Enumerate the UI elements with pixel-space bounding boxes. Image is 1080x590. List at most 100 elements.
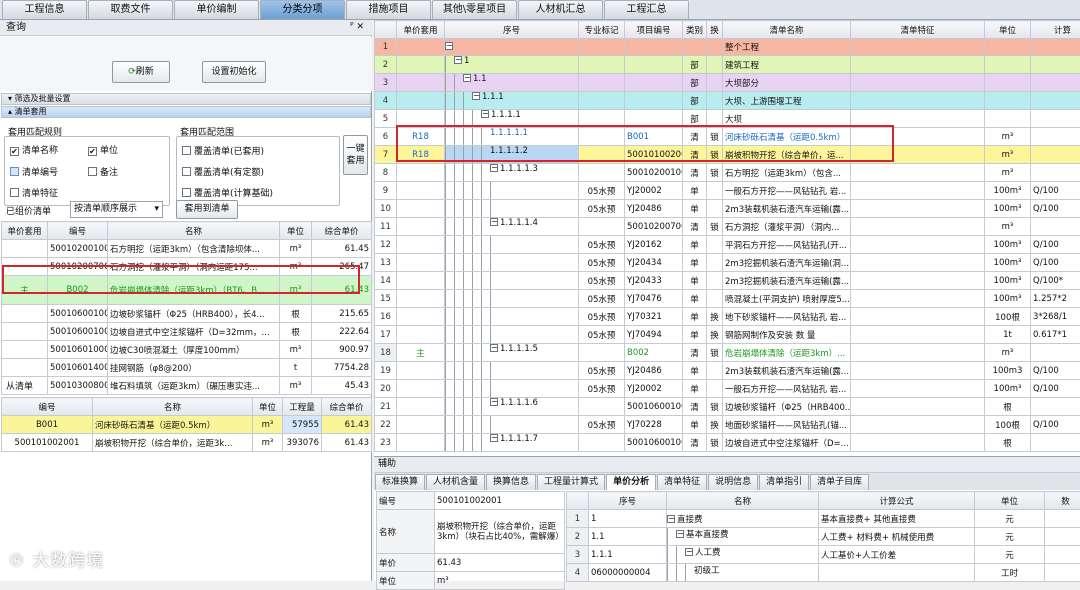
column-header[interactable]: 清单名称 (723, 21, 851, 39)
top-tab[interactable]: 单价编制 (174, 0, 259, 19)
column-header[interactable]: 数 (1045, 492, 1080, 510)
table-row[interactable]: 500102001001石方明挖（运距3km）（包含清除坝体...m³61.45 (2, 240, 372, 258)
column-header[interactable]: 编号 (2, 398, 93, 416)
grid-row[interactable]: 6R181.1.1.1.1B001清锁河床砂砾石清基（运距0.5km）m³ (375, 128, 1080, 146)
filter-section-header[interactable]: ▾ 筛选及批量设置 (1, 93, 371, 105)
top-tab[interactable]: 措施项目 (346, 0, 431, 19)
analysis-row[interactable]: 406000000004初级工工时 (567, 564, 1080, 582)
grid-row[interactable]: 2005水预YJ20002单一般石方开挖——风钻钻孔 岩...100m³Q/10… (375, 380, 1080, 398)
column-header[interactable]: 类别 (683, 21, 707, 39)
aux-tab[interactable]: 说明信息 (708, 474, 758, 490)
top-tab[interactable]: 分类分项 (260, 0, 345, 19)
grid-row[interactable]: 1605水预YJ70321单换地下砂浆锚杆——风钻钻孔 岩...100根3*26… (375, 308, 1080, 326)
apply-section-header[interactable]: ▴ 清单套用 (1, 106, 371, 118)
refresh-button[interactable]: ⟳刷新 (112, 61, 170, 83)
table-row[interactable]: B001河床砂砾石清基（运距0.5km）m³5795561.43 (2, 416, 372, 434)
info-value[interactable]: 61.43 (435, 554, 565, 572)
analysis-row[interactable]: 21.1−基本直接费人工费+ 材料费+ 机械使用费元 (567, 528, 1080, 546)
collapse-icon[interactable]: − (685, 548, 693, 556)
column-header[interactable]: 综合单价 (322, 398, 372, 416)
collapse-icon[interactable]: − (445, 42, 453, 50)
aux-tab[interactable]: 标准换算 (375, 474, 425, 490)
grid-row[interactable]: 1905水预YJ20486单2m3装载机装石渣汽车运输(露...100m3Q/1… (375, 362, 1080, 380)
analysis-row[interactable]: 31.1.1−人工费人工基价+人工价差元 (567, 546, 1080, 564)
column-header[interactable]: 项目编号 (625, 21, 683, 39)
grid-row[interactable]: 5−1.1.1.1部大坝 (375, 110, 1080, 128)
collapse-icon[interactable]: − (454, 56, 462, 64)
grid-row[interactable]: 1305水预YJ20434单2m3挖掘机装石渣汽车运输(洞...100m³Q/1… (375, 254, 1080, 272)
column-header[interactable]: 单位 (975, 492, 1045, 510)
grid-row[interactable]: 18主−1.1.1.1.5B002清锁危岩崩塌体清除（运距3km）...m³ (375, 344, 1080, 362)
table-row[interactable]: 500106001001边坡砂浆锚杆（Φ25（HRB400），长4...根215… (2, 305, 372, 323)
aux-tab[interactable]: 清单子目库 (810, 474, 869, 490)
column-header[interactable]: 计算 (1031, 21, 1080, 39)
collapse-icon[interactable]: − (490, 398, 498, 406)
grid-row[interactable]: 905水预YJ20002单一般石方开挖——风钻钻孔 岩...100m³Q/100 (375, 182, 1080, 200)
collapse-icon[interactable]: − (472, 92, 480, 100)
column-header[interactable]: 单位 (985, 21, 1031, 39)
table-row[interactable]: 500103008001堆石料填筑（运距3km）（碾压惠实违...m³45.43 (2, 377, 372, 395)
collapse-icon[interactable]: − (490, 344, 498, 352)
column-header[interactable]: 综合单价 (312, 222, 372, 240)
column-header[interactable]: 计算公式 (819, 492, 975, 510)
reset-settings-button[interactable]: 设置初始化 (202, 61, 266, 83)
column-header[interactable] (567, 492, 589, 510)
sort-mode-select[interactable]: 按清单顺序展示▾ (70, 201, 163, 218)
rule-checkbox[interactable]: ✔清单名称 (10, 146, 58, 157)
apply-to-list-button[interactable]: 套用到清单 (176, 200, 238, 219)
column-header[interactable]: 编号 (48, 222, 108, 240)
grid-row[interactable]: 2205水预YJ70228单换地面砂浆锚杆——风钻钻孔(锚...100根Q/10… (375, 416, 1080, 434)
analysis-row[interactable]: 11−直接费基本直接费+ 其他直接费元 (567, 510, 1080, 528)
grid-row[interactable]: 23−1.1.1.1.7500106001002清锁边坡自进式中空注浆锚杆（D=… (375, 434, 1080, 452)
column-header[interactable]: 专业标记 (579, 21, 625, 39)
column-header[interactable]: 单价套用 (2, 222, 48, 240)
pin-close-icon[interactable]: ᴾ ✕ (350, 20, 364, 35)
grid-row[interactable]: 8−1.1.1.1.3500102001001清锁石方明挖（运距3km）（包含.… (375, 164, 1080, 182)
grid-row[interactable]: 7R181.1.1.1.2500101002001清锁崩坡积物开挖（综合单价，运… (375, 146, 1080, 164)
aux-tab[interactable]: 清单指引 (759, 474, 809, 490)
table-row[interactable]: 500106010001边坡C30喷混凝土（厚度100mm）m³900.97 (2, 341, 372, 359)
grid-row[interactable]: 3−1.1部大坝部分 (375, 74, 1080, 92)
grid-row[interactable]: 1005水预YJ20486单2m3装载机装石渣汽车运输(露...100m³Q/1… (375, 200, 1080, 218)
grid-row[interactable]: 4−1.1.1部大坝、上游围堰工程 (375, 92, 1080, 110)
column-header[interactable]: 单位 (253, 398, 283, 416)
apply-all-button[interactable]: 一键套用 (343, 135, 368, 175)
aux-tab[interactable]: 换算信息 (486, 474, 536, 490)
table-row[interactable]: 500106001002边坡自进式中空注浆锚杆（D=32mm，...根222.6… (2, 323, 372, 341)
collapse-icon[interactable]: − (490, 218, 498, 226)
table-row[interactable]: 500102007001石方洞挖（灌浆平洞）（洞内运距175...m³265.4… (2, 258, 372, 276)
grid-row[interactable]: 1505水预YJ70476单喷混凝土(平洞支护) 喷射厚度5...100m³1.… (375, 290, 1080, 308)
column-header[interactable]: 序号 (589, 492, 667, 510)
top-tab[interactable]: 其他\零星项目 (432, 0, 517, 19)
column-header[interactable]: 单价套用 (397, 21, 445, 39)
column-header[interactable]: 换 (707, 21, 723, 39)
top-tab[interactable]: 取费文件 (88, 0, 173, 19)
column-header[interactable]: 序号 (445, 21, 579, 39)
collapse-icon[interactable]: − (490, 434, 498, 442)
column-header[interactable] (375, 21, 397, 39)
collapse-icon[interactable]: − (481, 110, 489, 118)
table-row[interactable]: 500106014001挂网钢筋（φ8@200）t7754.28 (2, 359, 372, 377)
grid-row[interactable]: 1205水预YJ20162单平洞石方开挖——风钻钻孔(开...100m³Q/10… (375, 236, 1080, 254)
table-row[interactable]: 主B002危岩崩塌体清除（运距3km）（BT6、B...m³61.43 (2, 276, 372, 305)
grid-row[interactable]: 2−1部建筑工程 (375, 56, 1080, 74)
collapse-icon[interactable]: − (667, 515, 675, 523)
range-checkbox[interactable]: 覆盖清单(已套用) (182, 146, 264, 158)
grid-row[interactable]: 11−1.1.1.1.4500102007001清锁石方洞挖（灌浆平洞）（洞内.… (375, 218, 1080, 236)
range-checkbox[interactable]: 覆盖清单(有定额) (182, 167, 264, 179)
top-tab[interactable]: 人材机汇总 (518, 0, 603, 19)
rule-checkbox[interactable]: 备注 (88, 167, 118, 179)
grid-row[interactable]: 1705水预YJ70494单换钢筋网制作及安装 数 量1t0.617*1 (375, 326, 1080, 344)
column-header[interactable]: 单位 (280, 222, 312, 240)
column-header[interactable]: 名称 (667, 492, 819, 510)
rule-checkbox[interactable]: ✔单位 (88, 146, 118, 157)
aux-tab[interactable]: 单价分析 (606, 474, 656, 490)
table-row[interactable]: 500101002001崩坡积物开挖（综合单价，运距3k...m³3930766… (2, 434, 372, 452)
column-header[interactable]: 名称 (108, 222, 280, 240)
range-checkbox[interactable]: 覆盖清单(计算基础) (182, 188, 273, 200)
rule-checkbox[interactable]: 清单特征 (10, 188, 58, 200)
collapse-icon[interactable]: − (676, 530, 684, 538)
grid-row[interactable]: 21−1.1.1.1.6500106001001清锁边坡砂浆锚杆（Φ25（HRB… (375, 398, 1080, 416)
top-tab[interactable]: 工程信息 (2, 0, 87, 19)
grid-row[interactable]: 1−整个工程 (375, 39, 1080, 56)
